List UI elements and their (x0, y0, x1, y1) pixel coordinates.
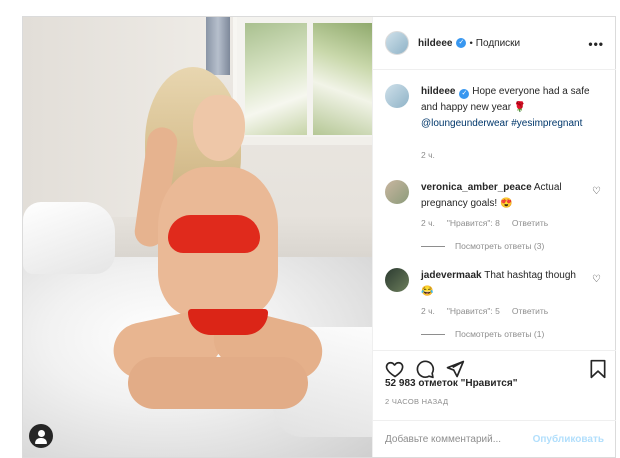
bookmark-icon[interactable] (588, 359, 608, 379)
photo-red-bottom (188, 309, 268, 335)
comment-time[interactable]: 2 ч. (421, 218, 435, 228)
view-replies[interactable]: Посмотреть ответы (1) (421, 329, 544, 339)
action-bar (373, 350, 616, 379)
user-tag-icon-head (37, 430, 45, 437)
replies-line (421, 333, 445, 335)
post-time[interactable]: 2 ЧАСОВ НАЗАД (385, 397, 448, 406)
comment-heart-icon[interactable]: ♡ (592, 186, 601, 197)
share-icon[interactable] (445, 359, 465, 379)
caption-mention[interactable]: @loungeunderwear (421, 118, 508, 129)
post-side-panel: hildeee ✓ • Подписки ••• hildeee ✓ Hope e… (372, 17, 616, 457)
header-username[interactable]: hildeee (418, 38, 452, 49)
comment-time[interactable]: 2 ч. (421, 306, 435, 316)
user-tag-icon-shoulders (35, 438, 47, 444)
caption-meta: 2 ч. (421, 150, 435, 160)
view-replies[interactable]: Посмотреть ответы (3) (421, 241, 544, 251)
caption-body: hildeee ✓ Hope everyone had a safe and ha… (421, 84, 591, 132)
post-header: hildeee ✓ • Подписки ••• (373, 17, 616, 70)
caption-time[interactable]: 2 ч. (421, 150, 435, 160)
comment-likes[interactable]: "Нравится": 5 (447, 306, 500, 316)
view-replies-label[interactable]: Посмотреть ответы (1) (455, 329, 544, 339)
reply-button[interactable]: Ответить (512, 306, 548, 316)
comment-body: jadevermaak That hashtag though 😂 (421, 268, 591, 300)
reply-button[interactable]: Ответить (512, 218, 548, 228)
following-button[interactable]: Подписки (476, 38, 520, 49)
heart-icon[interactable] (385, 359, 405, 379)
comment-username[interactable]: jadevermaak (421, 270, 482, 281)
photo-curtain (206, 17, 230, 75)
comment-icon[interactable] (415, 359, 435, 379)
caption-hashtag[interactable]: #yesimpregnant (511, 118, 582, 129)
more-icon[interactable]: ••• (588, 37, 604, 51)
avatar[interactable] (385, 84, 409, 108)
view-replies-label[interactable]: Посмотреть ответы (3) (455, 241, 544, 251)
replies-line (421, 245, 445, 247)
comment-meta: 2 ч. "Нравится": 8 Ответить (421, 218, 548, 228)
avatar[interactable] (385, 180, 409, 204)
verified-icon: ✓ (459, 89, 470, 99)
post-photo[interactable] (23, 17, 372, 457)
likes-count[interactable]: 52 983 отметок "Нравится" (385, 378, 517, 389)
caption-username[interactable]: hildeee (421, 86, 455, 97)
comment-likes[interactable]: "Нравится": 8 (447, 218, 500, 228)
photo-red-top (168, 215, 260, 253)
comment-meta: 2 ч. "Нравится": 5 Ответить (421, 306, 548, 316)
comment-username[interactable]: veronica_amber_peace (421, 182, 532, 193)
photo-face (193, 95, 245, 161)
verified-icon: ✓ (456, 38, 467, 48)
comment-body: veronica_amber_peace Actual pregnancy go… (421, 180, 591, 212)
photo-window-pane (245, 23, 307, 135)
photo-window-sill (229, 137, 372, 145)
user-tag-icon[interactable] (29, 424, 53, 448)
avatar[interactable] (385, 31, 409, 55)
comment-form: Опубликовать (373, 420, 616, 457)
comment-input[interactable] (385, 433, 533, 445)
photo-pillow (23, 202, 115, 274)
publish-button[interactable]: Опубликовать (533, 434, 604, 445)
comment-heart-icon[interactable]: ♡ (592, 274, 601, 285)
photo-leg (128, 357, 308, 409)
header-separator: • (469, 37, 473, 49)
avatar[interactable] (385, 268, 409, 292)
comments-list: hildeee ✓ Hope everyone had a safe and ha… (373, 70, 616, 350)
photo-window-pane (313, 23, 372, 135)
photo-window (233, 17, 372, 139)
post-dialog: hildeee ✓ • Подписки ••• hildeee ✓ Hope e… (22, 16, 616, 458)
